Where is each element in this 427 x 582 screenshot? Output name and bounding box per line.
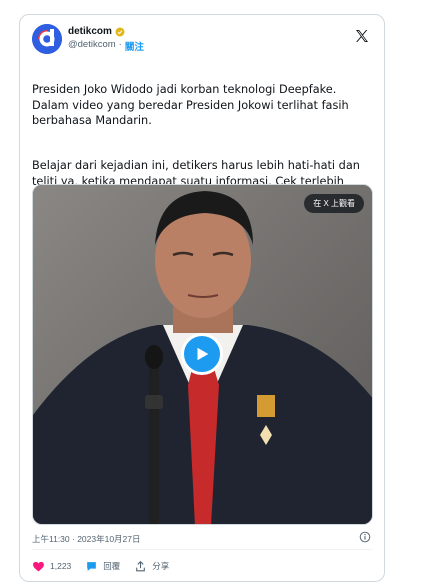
avatar[interactable] bbox=[32, 24, 62, 54]
play-icon bbox=[197, 347, 209, 361]
reply-label: 回覆 bbox=[103, 561, 121, 571]
tweet-timestamp[interactable]: 上午11:30 · 2023年10月27日 bbox=[32, 533, 141, 545]
tweet-paragraph-1: Presiden Joko Widodo jadi korban teknolo… bbox=[32, 83, 349, 127]
share-button[interactable]: 分享 bbox=[134, 560, 169, 573]
separator-dot: · bbox=[118, 39, 122, 50]
tweet-header: detikcom @detikcom · 關注 bbox=[32, 24, 372, 58]
like-button[interactable]: 1,223 bbox=[32, 560, 71, 573]
follow-button[interactable]: 關注 bbox=[125, 39, 144, 53]
info-icon[interactable] bbox=[359, 531, 371, 543]
video-player[interactable]: 在 X 上觀看 bbox=[32, 184, 373, 525]
play-button[interactable] bbox=[181, 333, 223, 375]
account-handle[interactable]: @detikcom bbox=[68, 39, 116, 53]
heart-icon bbox=[33, 561, 44, 571]
reply-button[interactable]: 回覆 bbox=[85, 560, 120, 573]
watch-on-x-button[interactable]: 在 X 上觀看 bbox=[304, 194, 364, 213]
verified-badge-icon bbox=[115, 27, 125, 36]
tweet-actions: 1,223 回覆 分享 bbox=[32, 556, 372, 576]
x-logo-icon[interactable] bbox=[354, 28, 370, 44]
reply-icon bbox=[87, 561, 97, 571]
divider bbox=[32, 549, 372, 550]
tweet-card[interactable]: detikcom @detikcom · 關注 Presiden Joko Wi… bbox=[19, 14, 385, 582]
share-icon bbox=[136, 560, 146, 571]
account-name[interactable]: detikcom bbox=[68, 26, 112, 37]
like-count: 1,223 bbox=[50, 561, 72, 571]
share-label: 分享 bbox=[152, 561, 170, 571]
author-block: detikcom @detikcom · 關注 bbox=[68, 26, 144, 53]
